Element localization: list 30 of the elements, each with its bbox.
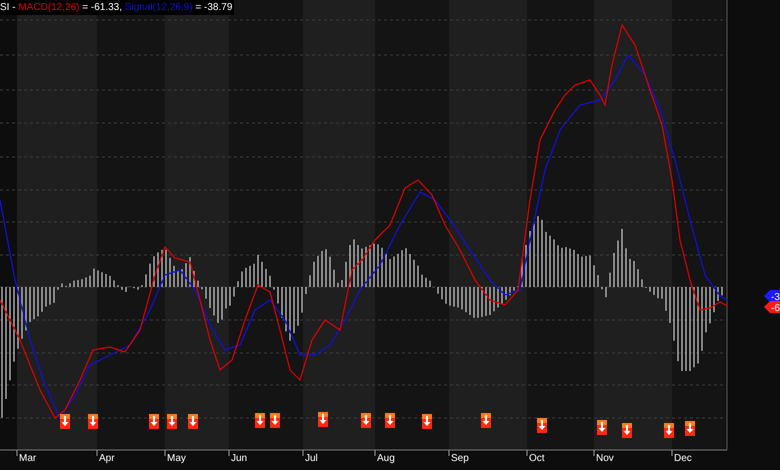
down-arrow-icon [664, 423, 674, 438]
down-arrow-icon [361, 413, 371, 428]
down-arrow-icon [188, 414, 198, 429]
down-arrow-icon [255, 413, 265, 428]
down-arrow-icon [60, 414, 70, 429]
month-label: May [167, 453, 186, 464]
down-arrow-icon [537, 418, 547, 433]
month-label: Sep [451, 453, 469, 464]
down-arrow-icon [167, 414, 177, 429]
down-arrow-icon [149, 414, 159, 429]
month-label: Aug [377, 453, 395, 464]
down-arrow-icon [481, 413, 491, 428]
down-arrow-icon [318, 412, 328, 427]
down-arrow-icon [270, 413, 280, 428]
down-arrow-icon [422, 414, 432, 429]
month-label: Oct [529, 453, 545, 464]
chart-legend: SI - MACD(12,26) = -61.33, Signal(12,26,9) = -38.79 [0, 0, 234, 15]
month-label: Nov [596, 453, 614, 464]
month-label: Jul [305, 453, 318, 464]
value-tag: -3 [764, 290, 780, 303]
down-arrow-icon [685, 421, 695, 436]
down-arrow-icon [385, 413, 395, 428]
value-tag: -6 [764, 301, 780, 314]
month-label: Apr [99, 453, 115, 464]
month-label: Dec [674, 453, 692, 464]
month-label: Mar [19, 453, 36, 464]
down-arrow-icon [622, 423, 632, 438]
month-label: Jun [231, 453, 248, 464]
down-arrow-icon [597, 420, 607, 435]
down-arrow-icon [88, 414, 98, 429]
